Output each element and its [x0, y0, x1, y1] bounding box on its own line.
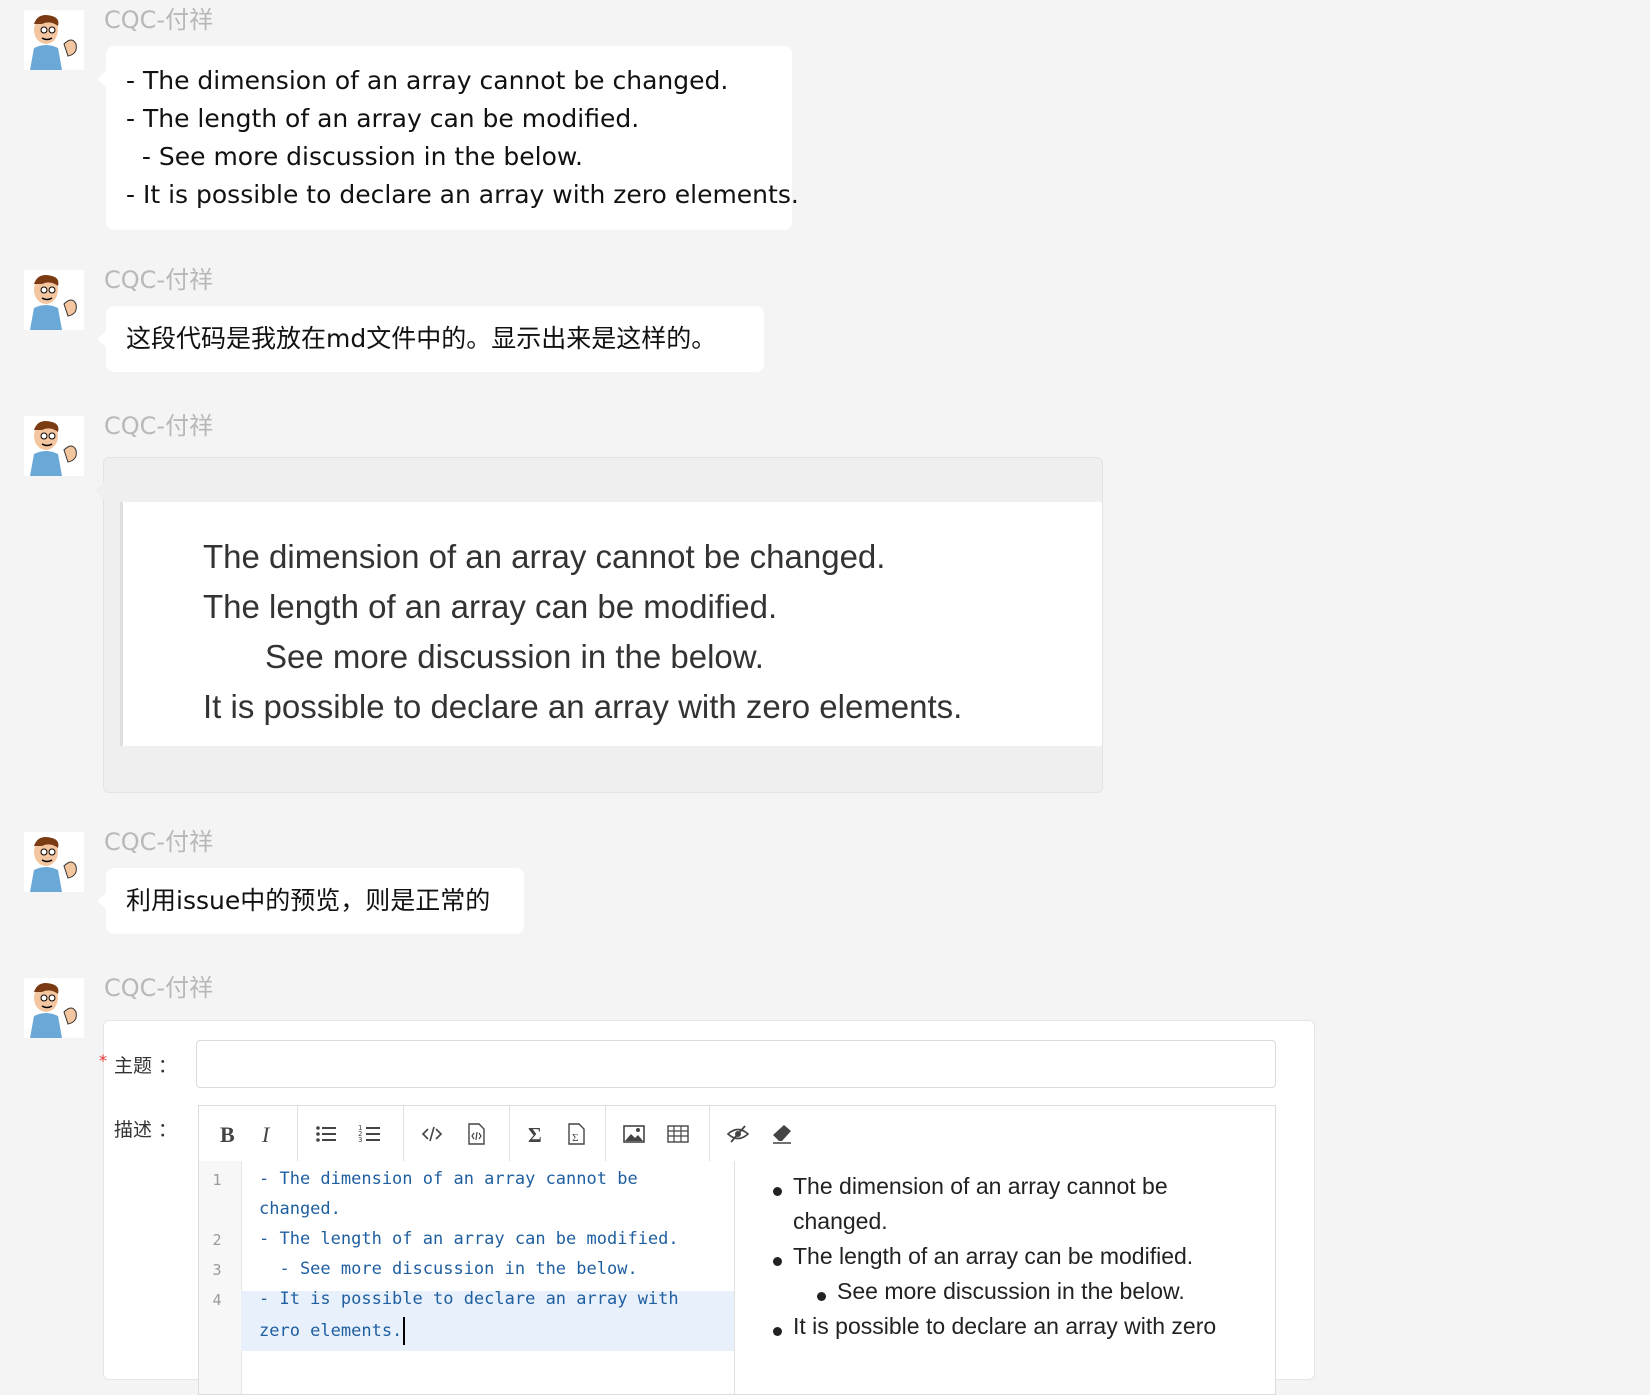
code-line: - See more discussion in the below.: [259, 1259, 638, 1279]
line-number: 2: [212, 1231, 222, 1249]
svg-text:Σ: Σ: [528, 1123, 542, 1146]
bullet-list-button[interactable]: [311, 1120, 341, 1148]
message-bubble: 这段代码是我放在md文件中的。显示出来是这样的。: [97, 306, 764, 372]
author-name: CQC-付祥: [104, 412, 214, 440]
clear-format-button[interactable]: [767, 1120, 797, 1148]
message-text: 利用issue中的预览，则是正常的: [126, 886, 491, 915]
avatar-cartoon-icon: [24, 978, 84, 1038]
author-name: CQC-付祥: [104, 828, 214, 856]
code-line: - The length of an array can be modified…: [259, 1229, 679, 1249]
svg-text:Σ: Σ: [572, 1132, 578, 1144]
svg-text:3: 3: [358, 1136, 362, 1144]
message-bubble: - The dimension of an array cannot be ch…: [97, 46, 799, 230]
preview-line: The length of an array can be modified.: [793, 1243, 1194, 1269]
rendered-markdown-card: The dimension of an array cannot be chan…: [95, 457, 1103, 793]
message-line: - The length of an array can be modified…: [126, 104, 640, 133]
text-cursor: [403, 1317, 406, 1345]
code-line-with-cursor: zero elements.: [259, 1317, 406, 1345]
user-avatar[interactable]: [24, 416, 84, 476]
author-name: CQC-付祥: [104, 266, 214, 294]
user-avatar[interactable]: [24, 832, 84, 892]
description-label: 描述 ：: [114, 1119, 178, 1141]
toolbar-group-media: [605, 1106, 710, 1161]
line-number: 1: [212, 1171, 222, 1189]
formula-icon: Σ: [568, 1123, 585, 1145]
toolbar-group-lists: 123: [297, 1106, 404, 1161]
eraser-icon: [773, 1125, 791, 1144]
code-line: changed.: [259, 1199, 341, 1219]
message-line: - The dimension of an array cannot be ch…: [126, 66, 729, 95]
required-mark: *: [99, 1051, 107, 1070]
list-bullet: [817, 1292, 826, 1301]
user-avatar[interactable]: [24, 10, 84, 70]
preview-toggle-button[interactable]: [723, 1120, 753, 1148]
bullet-list-icon: [316, 1126, 336, 1142]
rendered-line: The length of an array can be modified.: [203, 588, 778, 625]
message-line: - It is possible to declare an array wit…: [126, 180, 799, 209]
rendered-line: It is possible to declare an array with …: [203, 688, 963, 725]
italic-icon: I: [261, 1122, 271, 1146]
svg-text:B: B: [220, 1122, 235, 1146]
numbered-list-button[interactable]: 123: [355, 1120, 385, 1148]
preview-toggle-icon: [726, 1125, 750, 1143]
code-editor-pane[interactable]: 1 2 3 4 - The dimension of an array cann…: [199, 1161, 735, 1394]
subject-label: 主题 ：: [114, 1055, 178, 1077]
toolbar-group-format: B I: [199, 1106, 298, 1161]
code-block-icon: [468, 1123, 485, 1145]
avatar-cartoon-icon: [24, 832, 84, 892]
table-icon: [667, 1125, 689, 1143]
rendered-markdown-content: The dimension of an array cannot be chan…: [120, 502, 1102, 746]
editor-toolbar: B I 123 Σ Σ: [199, 1106, 1275, 1162]
preview-line: changed.: [793, 1208, 888, 1234]
line-number: 3: [212, 1261, 222, 1279]
rendered-line: The dimension of an array cannot be chan…: [203, 538, 886, 575]
avatar-cartoon-icon: [24, 10, 84, 70]
avatar-cartoon-icon: [24, 270, 84, 330]
user-avatar[interactable]: [24, 270, 84, 330]
avatar-cartoon-icon: [24, 416, 84, 476]
image-icon: [623, 1125, 645, 1143]
sigma-button[interactable]: Σ: [521, 1120, 551, 1148]
preview-line: See more discussion in the below.: [837, 1278, 1185, 1304]
line-number: 4: [212, 1291, 222, 1309]
subject-input[interactable]: [196, 1040, 1276, 1088]
list-bullet: [773, 1187, 782, 1196]
list-bullet: [773, 1257, 782, 1266]
preview-line: The dimension of an array cannot be: [793, 1173, 1168, 1199]
markdown-editor: B I 123 Σ Σ 1 2 3 4 - The dimension of a…: [198, 1105, 1276, 1395]
author-name: CQC-付祥: [104, 974, 214, 1002]
italic-button[interactable]: I: [253, 1120, 283, 1148]
author-name: CQC-付祥: [104, 6, 214, 34]
numbered-list-icon: 123: [358, 1124, 380, 1144]
code-line: zero elements.: [259, 1321, 403, 1341]
code-block-button[interactable]: [461, 1120, 491, 1148]
markdown-preview-pane: The dimension of an array cannot be chan…: [735, 1161, 1275, 1394]
issue-form-card: * 主题 ： 描述 ： B I 1 2 3 Σ Σ 1 2 3 4 - The …: [99, 1020, 1315, 1395]
table-button[interactable]: [663, 1120, 693, 1148]
code-icon: [421, 1126, 443, 1142]
sigma-icon: Σ: [528, 1123, 542, 1146]
toolbar-group-code: [403, 1106, 510, 1161]
toolbar-group-math: Σ Σ: [509, 1106, 606, 1161]
image-button[interactable]: [619, 1120, 649, 1148]
list-bullet: [773, 1327, 782, 1336]
bold-button[interactable]: B: [213, 1120, 243, 1148]
user-avatar[interactable]: [24, 978, 84, 1038]
bold-icon: B: [220, 1122, 235, 1146]
code-line: - It is possible to declare an array wit…: [259, 1289, 679, 1309]
rendered-line: See more discussion in the below.: [265, 638, 764, 675]
preview-line: It is possible to declare an array with …: [793, 1313, 1217, 1339]
message-line: - See more discussion in the below.: [126, 142, 583, 171]
message-text: 这段代码是我放在md文件中的。显示出来是这样的。: [126, 324, 717, 353]
message-bubble: 利用issue中的预览，则是正常的: [97, 868, 524, 934]
svg-text:I: I: [261, 1122, 271, 1146]
code-line: - The dimension of an array cannot be: [259, 1169, 638, 1189]
inline-code-button[interactable]: [417, 1120, 447, 1148]
formula-block-button[interactable]: Σ: [561, 1120, 591, 1148]
